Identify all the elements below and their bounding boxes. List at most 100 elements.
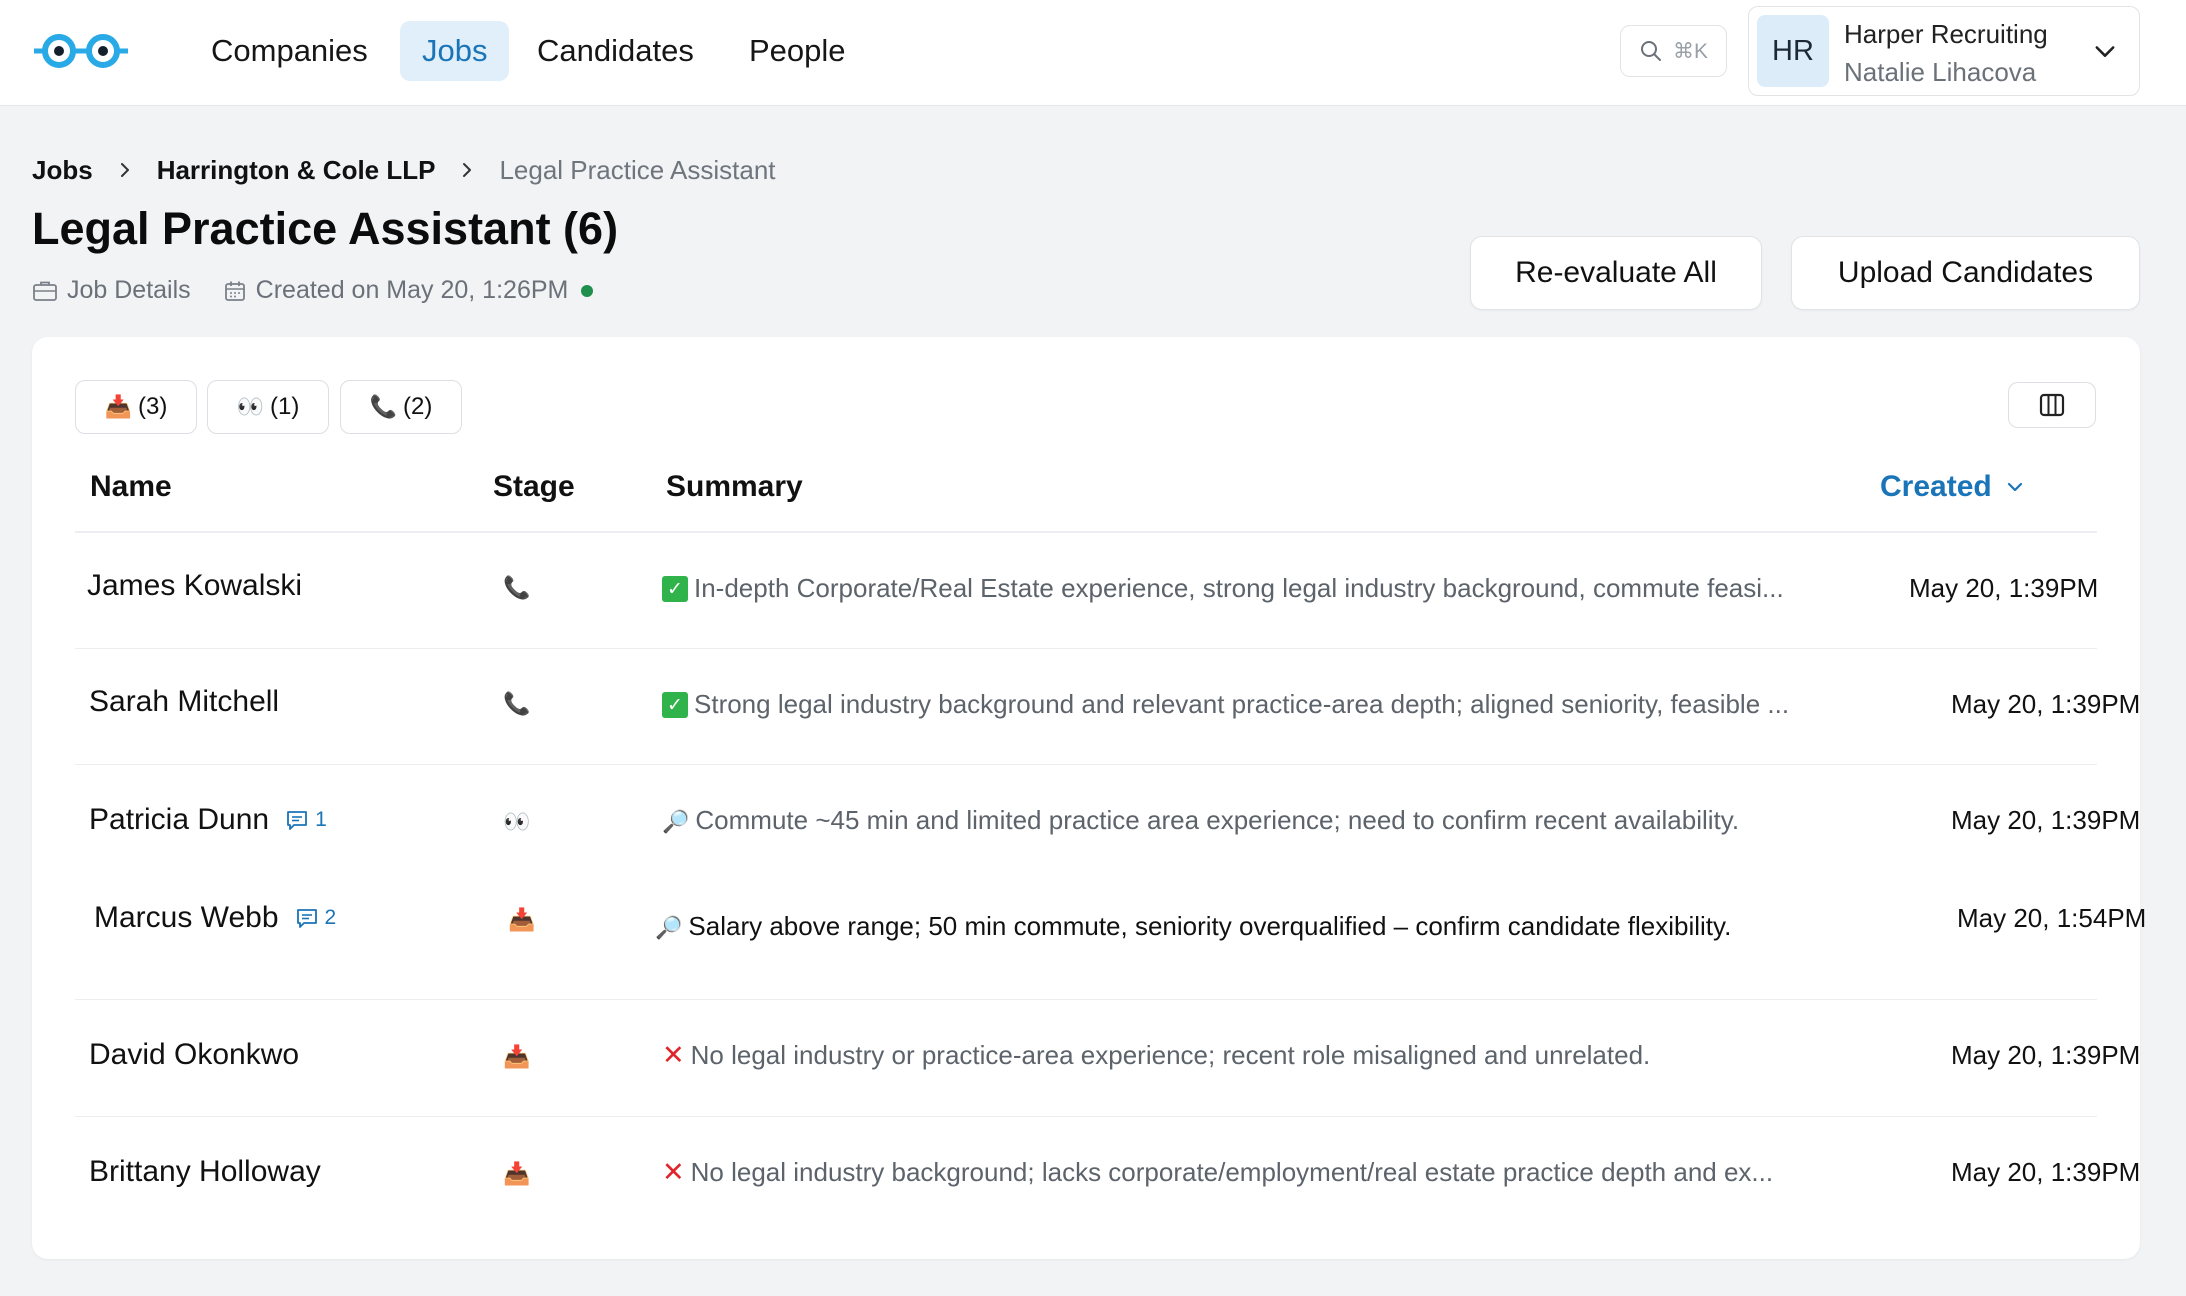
comment-count: 1 [315,808,327,831]
table-row[interactable]: Brittany Holloway 📥 ✕ No legal industry b… [75,1117,2140,1234]
table-row[interactable]: David Okonkwo 📥 ✕ No legal industry or pr… [75,1000,2140,1117]
table-row[interactable]: Patricia Dunn 1 👀 🔎 Commute ~45 min and l… [75,765,2140,865]
inbox-tray-icon: 📥 [497,1157,537,1188]
candidate-name-text: Patricia Dunn [89,803,270,836]
created-date: May 20, 1:39PM [1951,805,2141,835]
candidate-summary: ✓ Strong legal industry background and re… [662,689,1932,720]
candidate-name[interactable]: Marcus Webb 2 [94,901,336,935]
column-header-name[interactable]: Name [90,470,172,504]
eyes-icon: 👀 [236,394,265,420]
nav-people[interactable]: People [727,21,868,81]
created-date: May 20, 1:39PM [1909,573,2099,603]
chevron-down-icon [2095,46,2115,57]
table-row[interactable]: James Kowalski 📞 ✓ In-depth Corporate/Rea… [75,533,2099,649]
candidate-summary: ✓ In-depth Corporate/Real Estate experien… [662,573,1932,604]
table-row-group: Patricia Dunn 1 👀 🔎 Commute ~45 min and l… [75,765,2146,1000]
telephone-icon: 📞 [497,571,537,602]
logo-icon[interactable] [32,30,130,72]
summary-text: In-depth Corporate/Real Estate experienc… [694,573,1784,603]
filter-count: (2) [403,393,433,420]
candidate-name[interactable]: James Kowalski [87,569,302,603]
breadcrumb-current: Legal Practice Assistant [499,154,776,185]
table-row[interactable]: Marcus Webb 2 📥 🔎 Salary above range; 50 … [75,865,2146,1000]
nav-companies[interactable]: Companies [189,21,390,81]
nav-jobs[interactable]: Jobs [400,21,510,81]
telephone-icon: 📞 [369,394,398,420]
candidate-name[interactable]: David Okonkwo [89,1038,299,1072]
search-button[interactable]: ⌘K [1620,25,1727,77]
job-details-link[interactable]: Job Details [32,276,191,305]
candidate-summary: ✕ No legal industry or practice-area expe… [662,1040,1932,1071]
candidate-name[interactable]: Sarah Mitchell [89,685,279,719]
top-navigation-bar: Companies Jobs Candidates People ⌘K HR H… [0,0,2186,106]
account-switcher[interactable]: HR Harper Recruiting Natalie Lihacova [1748,6,2140,96]
stage-glyph: 📥 [503,1162,531,1187]
check-mark-icon: ✓ [662,692,688,718]
candidate-name[interactable]: Patricia Dunn 1 [89,803,327,837]
reevaluate-all-button[interactable]: Re-evaluate All [1470,236,1762,310]
account-org-name: Harper Recruiting [1844,19,2048,49]
comment-count-badge[interactable]: 2 [295,906,337,930]
search-shortcut: ⌘K [1672,39,1708,63]
column-header-stage[interactable]: Stage [493,470,575,504]
summary-text: No legal industry or practice-area exper… [690,1040,1651,1070]
status-dot [581,284,594,297]
briefcase-icon [33,281,57,301]
magnifying-glass-icon: 🔎 [662,810,690,835]
column-header-created[interactable]: Created [1880,470,2026,504]
chevron-right-icon [120,163,129,177]
cross-mark-icon: ✕ [662,1040,685,1071]
comment-icon [296,909,317,928]
comment-count: 2 [324,906,337,929]
created-date: May 20, 1:39PM [1951,689,2141,719]
inbox-tray-icon: 📥 [502,903,542,934]
stage-glyph: 📞 [503,576,531,601]
nav-candidates[interactable]: Candidates [515,21,716,81]
candidate-name[interactable]: Brittany Holloway [89,1155,321,1189]
candidates-card: 📥 (3) 👀 (1) 📞 (2) Name Stage Summary Cre… [32,337,2146,1259]
column-settings-button[interactable] [2008,382,2096,428]
upload-candidates-button[interactable]: Upload Candidates [1791,236,2140,310]
stage-glyph: 👀 [503,810,531,835]
created-header-label: Created [1880,470,1992,503]
search-icon [1640,41,1661,61]
created-date: May 20, 1:39PM [1951,1157,2141,1187]
account-user-name: Natalie Lihacova [1844,57,2037,87]
columns-icon [2039,393,2065,417]
chevron-right-icon [463,163,472,177]
check-mark-icon: ✓ [662,576,688,602]
summary-text: Strong legal industry background and rel… [694,689,1790,719]
candidate-name-text: Marcus Webb [94,901,279,934]
column-header-summary[interactable]: Summary [666,470,803,504]
calendar-icon [224,281,245,301]
candidate-summary: 🔎 Salary above range; 50 min commute, sen… [655,911,1925,942]
created-date: May 20, 1:54PM [1957,903,2147,933]
summary-text: Salary above range; 50 min commute, seni… [688,911,1732,941]
created-date: May 20, 1:39PM [1951,1040,2141,1070]
telephone-icon: 📞 [497,687,537,718]
table-row[interactable]: Sarah Mitchell 📞 ✓ Strong legal industry … [75,649,2140,765]
breadcrumb-jobs[interactable]: Jobs [32,155,93,186]
stage-glyph: 📞 [503,692,531,717]
candidate-summary: ✕ No legal industry background; lacks cor… [662,1157,1932,1188]
comment-icon [287,811,307,830]
magnifying-glass-icon: 🔎 [655,916,683,941]
filter-stage-review[interactable]: 👀 (1) [207,380,329,434]
candidate-summary: 🔎 Commute ~45 min and limited practice ar… [662,805,1932,836]
chevron-down-icon [2007,482,2022,492]
created-label: Created on May 20, 1:26PM [255,276,569,304]
avatar: HR [1757,15,1829,87]
filter-count: (3) [138,393,168,420]
breadcrumb-company[interactable]: Harrington & Cole LLP [157,155,436,186]
stage-glyph: 📥 [508,908,536,933]
eyes-icon: 👀 [497,805,537,836]
breadcrumb: Jobs Harrington & Cole LLP Legal Practic… [32,150,776,190]
summary-text: No legal industry background; lacks corp… [690,1157,1774,1187]
page-title: Legal Practice Assistant (6) [32,203,619,254]
comment-count-badge[interactable]: 1 [285,808,327,832]
filter-stage-call[interactable]: 📞 (2) [340,380,462,434]
created-info: Created on May 20, 1:26PM [223,276,594,305]
summary-text: Commute ~45 min and limited practice are… [695,805,1740,835]
filter-count: (1) [270,393,300,420]
filter-stage-inbox[interactable]: 📥 (3) [75,380,197,434]
